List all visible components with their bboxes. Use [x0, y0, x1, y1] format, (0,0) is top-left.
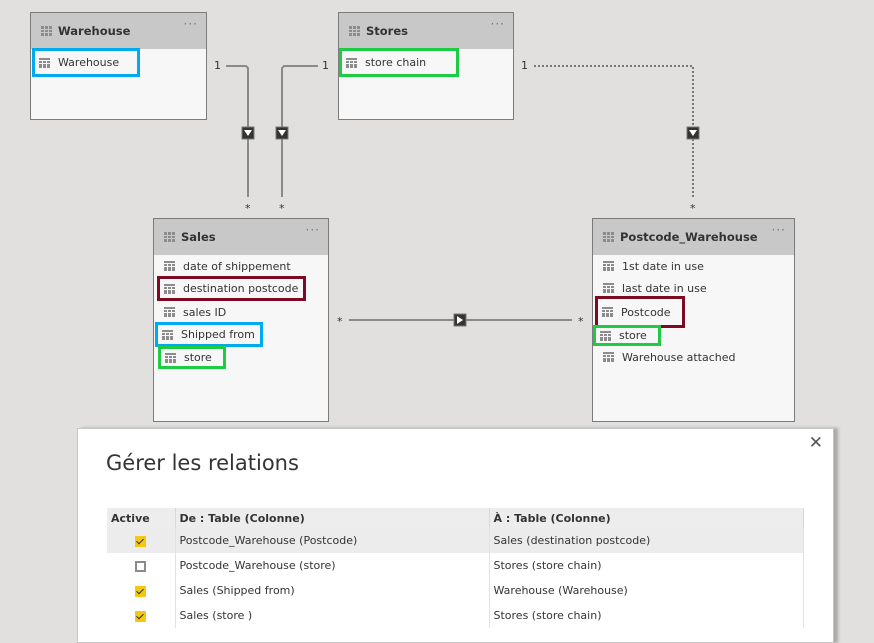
table-icon	[349, 26, 360, 36]
column-icon	[600, 330, 611, 341]
field-store[interactable]: store	[593, 325, 661, 346]
column-icon	[603, 283, 614, 293]
field-postcode[interactable]: Postcode	[595, 296, 685, 328]
table-title: Sales	[181, 230, 216, 244]
column-icon	[602, 307, 613, 317]
field-destination-postcode[interactable]: destination postcode	[157, 276, 306, 301]
field-label: Postcode	[621, 305, 671, 319]
active-checkbox[interactable]	[135, 535, 147, 547]
field-warehouse-attached[interactable]: Warehouse attached	[599, 347, 742, 367]
active-checkbox[interactable]	[135, 610, 147, 622]
column-icon	[165, 352, 176, 363]
filter-direction-icon	[686, 126, 700, 140]
table-title: Stores	[366, 24, 408, 38]
table-card-postcode-warehouse[interactable]: Postcode_Warehouse ··· 1st date in use l…	[592, 218, 795, 422]
table-icon	[41, 26, 52, 36]
table-header[interactable]: Postcode_Warehouse ···	[593, 219, 794, 255]
field-store[interactable]: store	[158, 346, 226, 369]
field-label: sales ID	[183, 305, 227, 319]
manage-relationships-dialog: Gérer les relations ✕ Active De : Table …	[77, 428, 834, 643]
field-label: store	[184, 351, 212, 364]
from-cell: Postcode_Warehouse (store)	[175, 553, 490, 578]
from-cell: Sales (Shipped from)	[175, 578, 490, 603]
relationships-table: Active De : Table (Colonne) À : Table (C…	[107, 508, 804, 628]
field-label: Warehouse attached	[622, 350, 736, 364]
more-options-icon[interactable]: ···	[772, 223, 786, 237]
field-label: 1st date in use	[622, 259, 704, 273]
table-header[interactable]: Sales ···	[154, 219, 328, 255]
cardinality-many: *	[578, 315, 584, 328]
table-card-stores[interactable]: Stores ··· store chain	[338, 12, 514, 120]
field-label: store	[619, 329, 647, 342]
table-row[interactable]: Postcode_Warehouse (Postcode) Sales (des…	[107, 528, 804, 553]
field-date-of-shippement[interactable]: date of shippement	[160, 256, 297, 276]
from-cell: Postcode_Warehouse (Postcode)	[175, 528, 490, 553]
column-header-from[interactable]: De : Table (Colonne)	[175, 508, 490, 528]
field-label: last date in use	[622, 281, 707, 295]
more-options-icon[interactable]: ···	[306, 223, 320, 237]
column-icon	[603, 261, 614, 271]
table-row[interactable]: Sales (Shipped from) Warehouse (Warehous…	[107, 578, 804, 603]
table-title: Postcode_Warehouse	[620, 230, 758, 244]
field-label: date of shippement	[183, 259, 291, 273]
table-header[interactable]: Stores ···	[339, 13, 513, 49]
field-label: Shipped from	[181, 328, 255, 341]
to-cell: Sales (destination postcode)	[489, 528, 804, 553]
relationship-line-postcode-stores[interactable]	[534, 65, 694, 197]
from-cell: Sales (store )	[175, 603, 490, 628]
cardinality-many: *	[690, 202, 696, 215]
field-label: store chain	[365, 56, 427, 69]
table-row[interactable]: Sales (store ) Stores (store chain)	[107, 603, 804, 628]
column-icon	[164, 261, 175, 271]
table-card-warehouse[interactable]: Warehouse ··· Warehouse	[30, 12, 207, 120]
table-header[interactable]: Warehouse ···	[31, 13, 206, 49]
filter-direction-icon	[453, 313, 467, 327]
cardinality-one: 1	[521, 59, 528, 72]
column-icon	[162, 329, 173, 340]
table-row[interactable]: Postcode_Warehouse (store) Stores (store…	[107, 553, 804, 578]
cardinality-one: 1	[322, 59, 329, 72]
field-1st-date-in-use[interactable]: 1st date in use	[599, 256, 710, 276]
table-header-row: Active De : Table (Colonne) À : Table (C…	[107, 508, 804, 528]
active-checkbox[interactable]	[135, 585, 147, 597]
to-cell: Stores (store chain)	[489, 553, 804, 578]
column-header-to[interactable]: À : Table (Colonne)	[489, 508, 804, 528]
column-icon	[39, 57, 50, 68]
column-icon	[603, 352, 614, 362]
table-icon	[603, 232, 614, 242]
field-warehouse[interactable]: Warehouse	[32, 48, 140, 77]
field-store-chain[interactable]: store chain	[339, 48, 459, 77]
dialog-title: Gérer les relations	[106, 451, 299, 475]
cardinality-many: *	[279, 202, 285, 215]
field-label: Warehouse	[58, 56, 120, 69]
field-label: destination postcode	[183, 282, 299, 295]
more-options-icon[interactable]: ···	[491, 17, 505, 31]
field-sales-id[interactable]: sales ID	[160, 302, 232, 322]
field-shipped-from[interactable]: Shipped from	[155, 322, 263, 347]
filter-direction-icon	[275, 126, 289, 140]
filter-direction-icon	[241, 126, 255, 140]
close-icon[interactable]: ✕	[809, 433, 823, 453]
column-header-active[interactable]: Active	[107, 508, 176, 528]
cardinality-one: 1	[214, 59, 221, 72]
to-cell: Warehouse (Warehouse)	[489, 578, 804, 603]
field-last-date-in-use[interactable]: last date in use	[599, 278, 713, 298]
active-checkbox[interactable]	[135, 560, 147, 572]
cardinality-many: *	[337, 315, 343, 328]
table-title: Warehouse	[58, 24, 131, 38]
column-icon	[164, 283, 175, 294]
table-icon	[164, 232, 175, 242]
table-card-sales[interactable]: Sales ··· date of shippement destination…	[153, 218, 329, 422]
column-icon	[346, 57, 357, 68]
column-icon	[164, 307, 175, 317]
more-options-icon[interactable]: ···	[184, 17, 198, 31]
cardinality-many: *	[245, 202, 251, 215]
to-cell: Stores (store chain)	[489, 603, 804, 628]
